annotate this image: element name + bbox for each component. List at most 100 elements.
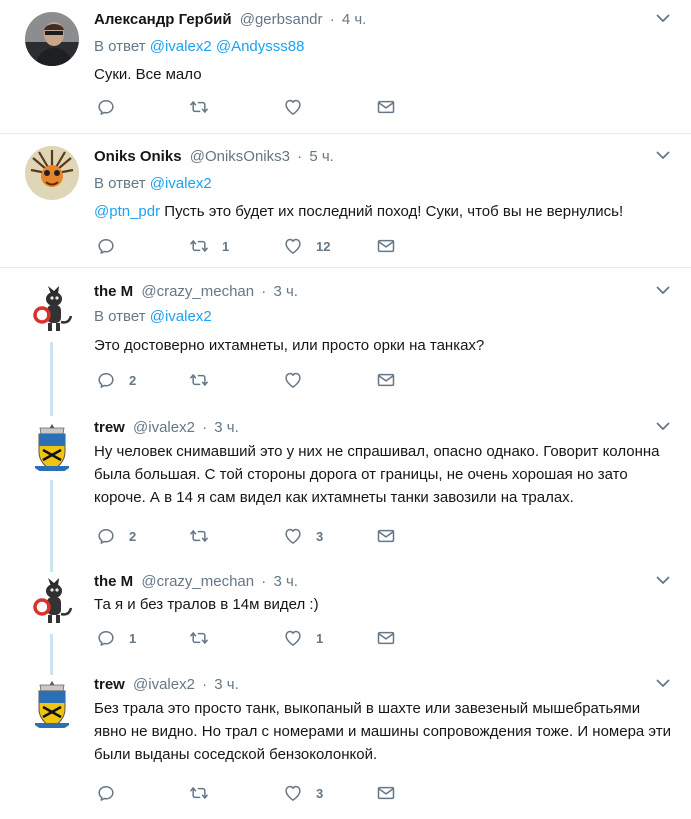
- heart-icon: [283, 370, 303, 390]
- retweet-icon: [189, 783, 209, 803]
- reply-context: В ответ @ivalex2 @Andysss88: [94, 37, 673, 57]
- chevron-down-icon[interactable]: [655, 147, 671, 163]
- avatar[interactable]: [25, 146, 79, 200]
- reply-button[interactable]: 2: [96, 525, 136, 547]
- tweet-actions: [94, 96, 673, 118]
- chevron-down-icon[interactable]: [655, 10, 671, 26]
- reply-prefix: В ответ: [94, 38, 146, 55]
- reply-context: В ответ @ivalex2: [94, 307, 673, 327]
- like-button[interactable]: 3: [283, 525, 323, 547]
- author-username[interactable]: @OniksOniks3: [190, 148, 290, 165]
- author-username[interactable]: @crazy_mechan: [141, 573, 254, 590]
- tweet[interactable]: trew @ivalex2 · 3 ч. Без трала это прост…: [0, 665, 691, 819]
- author-name[interactable]: Oniks Oniks: [94, 148, 182, 165]
- reply-button[interactable]: 1: [96, 627, 136, 649]
- dm-button[interactable]: [376, 627, 396, 649]
- reply-mention[interactable]: @ivalex2: [150, 38, 212, 55]
- author-name[interactable]: Александр Гербий: [94, 11, 232, 28]
- reply-button[interactable]: [96, 782, 116, 804]
- like-button[interactable]: [283, 96, 303, 118]
- tweet-text: Это достоверно ихтамнеты, или просто орк…: [94, 337, 485, 354]
- retweet-button[interactable]: [189, 96, 209, 118]
- thread-line: [50, 480, 53, 562]
- avatar[interactable]: [25, 677, 79, 731]
- avatar[interactable]: [25, 574, 79, 628]
- envelope-icon: [376, 628, 396, 648]
- reply-icon: [96, 783, 116, 803]
- tweet[interactable]: the M @crazy_mechan · 3 ч. Та я и без тр…: [0, 562, 691, 665]
- retweet-icon: [189, 236, 209, 256]
- reply-count: 2: [129, 528, 137, 544]
- tweet-actions: 3: [94, 782, 673, 804]
- like-button[interactable]: 12: [283, 235, 330, 257]
- reply-mention[interactable]: @ivalex2: [150, 308, 212, 325]
- retweet-icon: [189, 97, 209, 117]
- like-count: 1: [316, 630, 324, 646]
- chevron-down-icon[interactable]: [655, 282, 671, 298]
- reply-mention[interactable]: @Andysss88: [216, 38, 305, 55]
- retweet-button[interactable]: 1: [189, 235, 229, 257]
- author-username[interactable]: @ivalex2: [133, 676, 195, 693]
- author-name[interactable]: trew: [94, 676, 125, 693]
- dm-button[interactable]: [376, 369, 396, 391]
- reply-button[interactable]: [96, 96, 116, 118]
- reply-count: 1: [129, 630, 137, 646]
- timestamp[interactable]: 5 ч.: [309, 148, 334, 165]
- avatar[interactable]: [25, 282, 79, 336]
- reply-mention[interactable]: @ivalex2: [150, 175, 212, 192]
- like-button[interactable]: [283, 369, 303, 391]
- dm-button[interactable]: [376, 782, 396, 804]
- tweet-text: Ну человек снимавший это у них не спраши…: [94, 443, 660, 506]
- like-count: 12: [316, 238, 331, 254]
- like-count: 3: [316, 528, 324, 544]
- author-username[interactable]: @gerbsandr: [240, 11, 323, 28]
- envelope-icon: [376, 783, 396, 803]
- like-button[interactable]: 3: [283, 782, 323, 804]
- reply-button[interactable]: [96, 235, 116, 257]
- reply-count: 2: [129, 372, 137, 388]
- like-button[interactable]: 1: [283, 627, 323, 649]
- author-username[interactable]: @crazy_mechan: [141, 283, 254, 300]
- author-username[interactable]: @ivalex2: [133, 419, 195, 436]
- thread-line: [50, 406, 53, 416]
- timestamp[interactable]: 3 ч.: [273, 283, 298, 300]
- tweet[interactable]: trew @ivalex2 · 3 ч. Ну человек снимавши…: [0, 406, 691, 562]
- chevron-down-icon[interactable]: [655, 418, 671, 434]
- tweet[interactable]: Александр Гербий @gerbsandr · 4 ч. В отв…: [0, 0, 691, 134]
- avatar[interactable]: [25, 420, 79, 474]
- timestamp[interactable]: 4 ч.: [342, 11, 367, 28]
- retweet-icon: [189, 370, 209, 390]
- dm-button[interactable]: [376, 96, 396, 118]
- envelope-icon: [376, 236, 396, 256]
- reply-prefix: В ответ: [94, 308, 146, 325]
- reply-button[interactable]: 2: [96, 369, 136, 391]
- text-mention[interactable]: @ptn_pdr: [94, 203, 160, 220]
- author-name[interactable]: the M: [94, 283, 133, 300]
- timestamp[interactable]: 3 ч.: [214, 676, 239, 693]
- tweet-text: Суки. Все мало: [94, 66, 202, 83]
- retweet-button[interactable]: [189, 369, 209, 391]
- chevron-down-icon[interactable]: [655, 675, 671, 691]
- chevron-down-icon[interactable]: [655, 572, 671, 588]
- reply-icon: [96, 628, 116, 648]
- heart-icon: [283, 526, 303, 546]
- retweet-button[interactable]: [189, 627, 209, 649]
- author-name[interactable]: the M: [94, 573, 133, 590]
- reply-icon: [96, 526, 116, 546]
- tweet-actions: 1 1: [94, 627, 673, 649]
- retweet-button[interactable]: [189, 782, 209, 804]
- envelope-icon: [376, 97, 396, 117]
- tweet-actions: 2 3: [94, 525, 673, 547]
- dm-button[interactable]: [376, 525, 396, 547]
- timestamp[interactable]: 3 ч.: [273, 573, 298, 590]
- tweet[interactable]: the M @crazy_mechan · 3 ч. В ответ @ival…: [0, 268, 691, 406]
- author-name[interactable]: trew: [94, 419, 125, 436]
- thread-line: [50, 665, 53, 675]
- dm-button[interactable]: [376, 235, 396, 257]
- timestamp[interactable]: 3 ч.: [214, 419, 239, 436]
- retweet-icon: [189, 526, 209, 546]
- tweet[interactable]: Oniks Oniks @OniksOniks3 · 5 ч. В ответ …: [0, 134, 691, 268]
- heart-icon: [283, 97, 303, 117]
- avatar[interactable]: [25, 12, 79, 66]
- retweet-button[interactable]: [189, 525, 209, 547]
